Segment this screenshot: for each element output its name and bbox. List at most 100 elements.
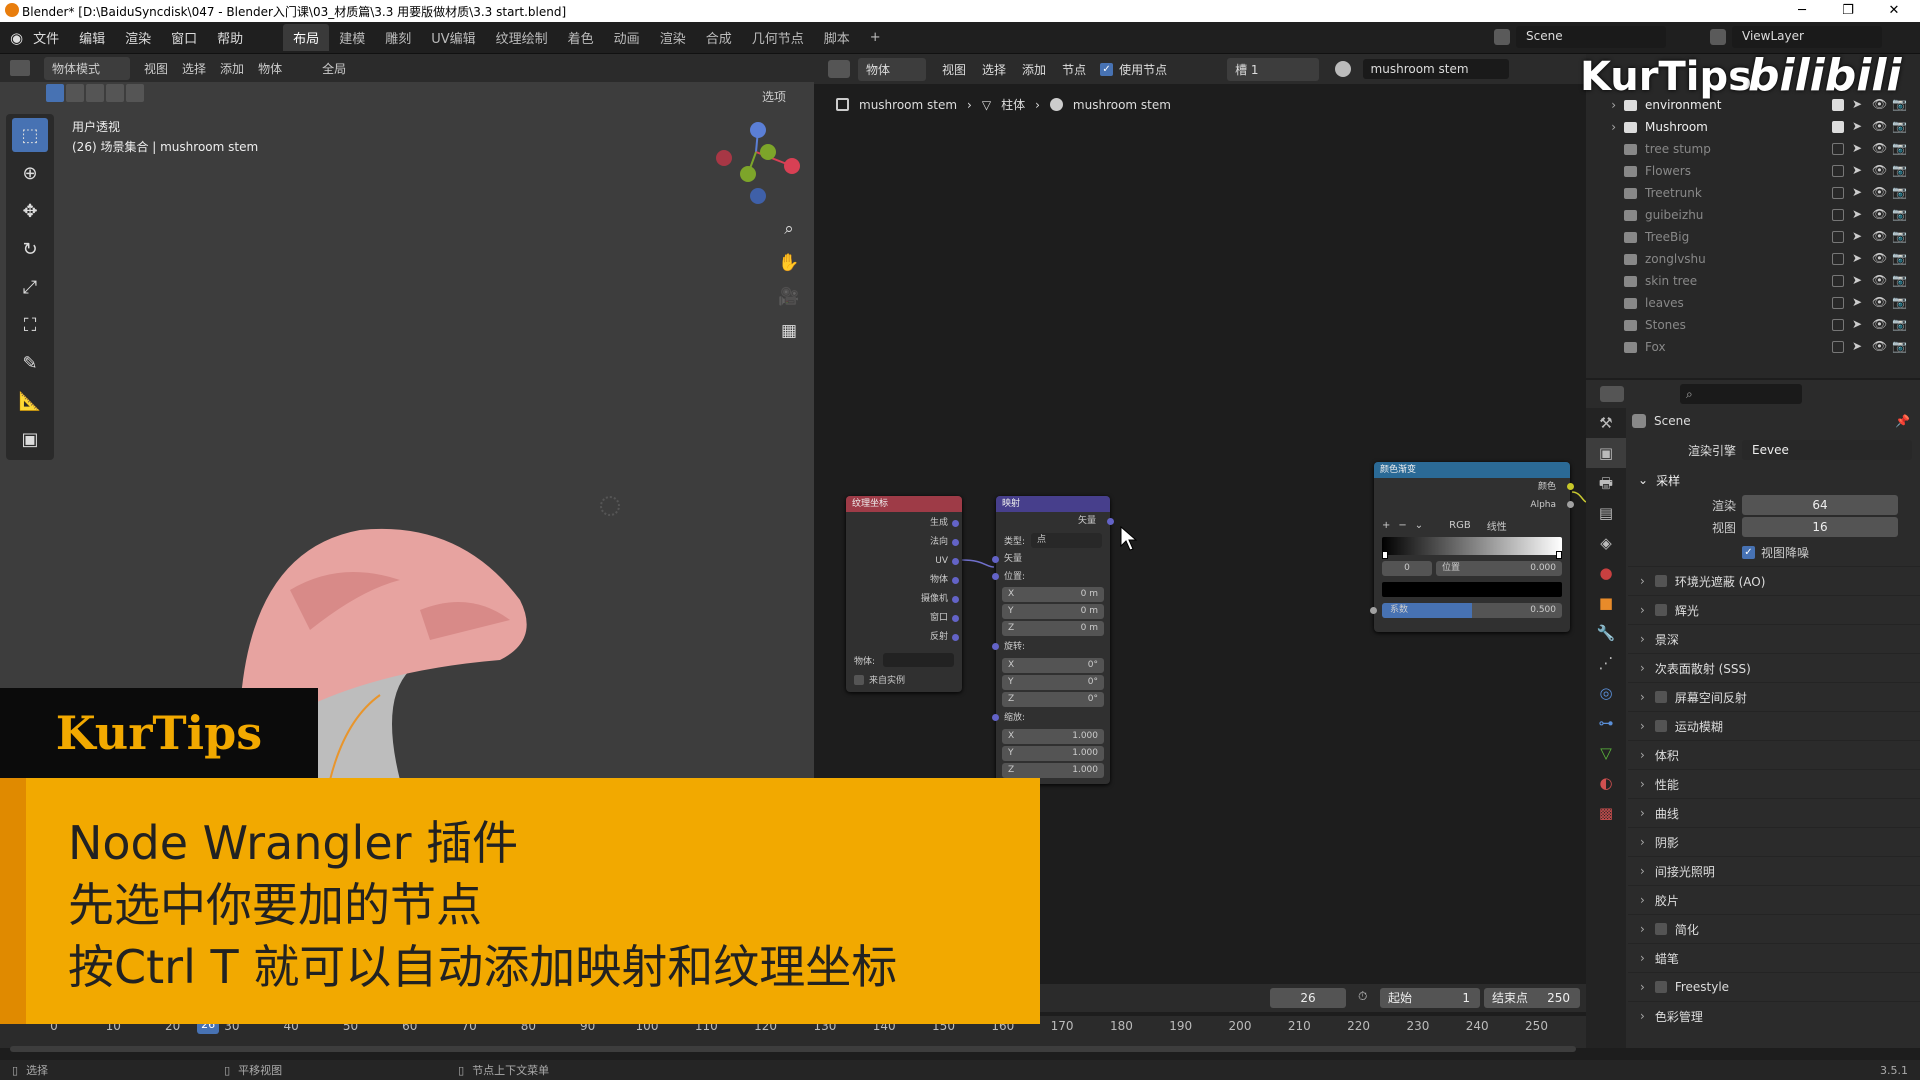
select-arrow-icon[interactable]: ➤ <box>1852 163 1862 177</box>
panel-enable-checkbox[interactable] <box>1654 604 1667 616</box>
camera-view-icon[interactable]: 🎥 <box>776 280 802 314</box>
start-frame-field[interactable]: 起始 1 <box>1380 988 1480 1008</box>
camera-render-icon[interactable]: 📷 <box>1892 273 1907 287</box>
output-socket[interactable] <box>952 520 959 527</box>
mapping-node[interactable]: 映射 矢量 类型: 点 矢量 位置: X 0 m Y 0 m Z 0 m 旋转: X 0… <box>992 496 1114 784</box>
scene-field[interactable]: Scene <box>1516 26 1666 48</box>
camera-render-icon[interactable]: 📷 <box>1892 339 1907 353</box>
ramp-menu-chevron-icon[interactable]: ⌄ <box>1415 520 1423 531</box>
render-panel-header[interactable]: › 曲线 <box>1628 798 1920 827</box>
viewlayer-field[interactable]: ViewLayer <box>1732 26 1882 48</box>
ramp-gradient-bar[interactable] <box>1382 537 1562 559</box>
render-panel-header[interactable]: › 运动模糊 <box>1628 711 1920 740</box>
remove-stop-icon[interactable]: − <box>1398 520 1406 531</box>
editor-type-icon[interactable] <box>10 60 30 76</box>
properties-search-input[interactable]: ⌕ <box>1680 384 1802 404</box>
tab-animation[interactable]: 动画 <box>604 24 650 51</box>
select-arrow-icon[interactable]: ➤ <box>1852 273 1862 287</box>
zoom-icon[interactable]: ⌕ <box>776 212 802 246</box>
constraints-tab-icon[interactable]: ⊶ <box>1586 708 1626 738</box>
render-engine-select[interactable]: Eevee <box>1742 440 1912 460</box>
rotation-z-field[interactable]: Z 0° <box>1002 692 1104 707</box>
eye-icon[interactable]: 👁 <box>1872 295 1887 309</box>
view-layer-tab-icon[interactable]: ▤ <box>1586 498 1626 528</box>
select-intersect-icon[interactable] <box>126 84 144 102</box>
end-frame-field[interactable]: 结束点 250 <box>1484 988 1580 1008</box>
eye-icon[interactable]: 👁 <box>1872 185 1887 199</box>
world-tab-icon[interactable]: ● <box>1586 558 1626 588</box>
sampling-panel-header[interactable]: ⌄ 采样 <box>1628 466 1920 494</box>
blender-menu-icon[interactable]: ◉ <box>10 29 23 47</box>
render-samples-field[interactable]: 64 <box>1742 495 1898 515</box>
select-extend-icon[interactable] <box>66 84 84 102</box>
render-panel-header[interactable]: › Freestyle <box>1628 972 1920 1001</box>
outliner-item[interactable]: zonglvshu ➤ 👁 📷 <box>1586 248 1920 270</box>
select-new-icon[interactable] <box>46 84 64 102</box>
camera-render-icon[interactable]: 📷 <box>1892 141 1907 155</box>
move-tool-icon[interactable]: ✥ <box>12 194 48 228</box>
texcoord-object-field[interactable] <box>883 653 954 667</box>
gizmo-neg-y[interactable] <box>760 144 776 160</box>
texcoord-output-reflection[interactable]: 反射 <box>846 628 959 647</box>
render-panel-header[interactable]: › 屏幕空间反射 <box>1628 682 1920 711</box>
render-panel-header[interactable]: › 体积 <box>1628 740 1920 769</box>
output-socket[interactable] <box>952 615 959 622</box>
collection-checkbox[interactable] <box>1832 187 1844 199</box>
eye-icon[interactable]: 👁 <box>1872 119 1887 133</box>
outliner-item[interactable]: Flowers ➤ 👁 📷 <box>1586 160 1920 182</box>
mapping-type-select[interactable]: 点 <box>1031 533 1102 548</box>
navigation-gizmo[interactable] <box>706 118 810 218</box>
outliner-item[interactable]: Fox ➤ 👁 📷 <box>1586 336 1920 358</box>
gizmo-x-axis[interactable] <box>784 158 800 174</box>
output-tab-icon[interactable]: 🖶 <box>1586 468 1626 498</box>
expand-chevron-icon[interactable]: › <box>1586 120 1616 134</box>
scale-tool-icon[interactable]: ⤢ <box>12 270 48 304</box>
gizmo-neg-z[interactable] <box>750 188 766 204</box>
camera-render-icon[interactable]: 📷 <box>1892 229 1907 243</box>
gizmo-y-axis[interactable] <box>740 166 756 182</box>
viewport-menu-select[interactable]: 选择 <box>182 60 206 77</box>
ramp-output-color[interactable]: 颜色 <box>1374 478 1574 496</box>
texcoord-output-generated[interactable]: 生成 <box>846 514 959 533</box>
location-x-field[interactable]: X 0 m <box>1002 587 1104 602</box>
viewport-samples-field[interactable]: 16 <box>1742 517 1898 537</box>
render-panel-header[interactable]: › 景深 <box>1628 624 1920 653</box>
camera-render-icon[interactable]: 📷 <box>1892 163 1907 177</box>
ortho-grid-icon[interactable]: ▦ <box>776 314 802 348</box>
collection-checkbox[interactable] <box>1832 165 1844 177</box>
outliner-item[interactable]: leaves ➤ 👁 📷 <box>1586 292 1920 314</box>
object-tab-icon[interactable]: ■ <box>1586 588 1626 618</box>
select-arrow-icon[interactable]: ➤ <box>1852 141 1862 155</box>
texcoord-output-object[interactable]: 物体 <box>846 571 959 590</box>
input-socket[interactable] <box>992 714 999 721</box>
collection-checkbox[interactable] <box>1832 319 1844 331</box>
tab-compositing[interactable]: 合成 <box>696 24 742 51</box>
tab-rendering[interactable]: 渲染 <box>650 24 696 51</box>
tab-shading[interactable]: 着色 <box>558 24 604 51</box>
outliner-item[interactable]: guibeizhu ➤ 👁 📷 <box>1586 204 1920 226</box>
input-socket[interactable] <box>992 556 999 563</box>
menu-help[interactable]: 帮助 <box>207 28 253 47</box>
collection-checkbox[interactable] <box>1832 275 1844 287</box>
collection-checkbox[interactable] <box>1832 143 1844 155</box>
collection-checkbox[interactable] <box>1832 253 1844 265</box>
outliner-item[interactable]: TreeBig ➤ 👁 📷 <box>1586 226 1920 248</box>
output-socket[interactable] <box>952 558 959 565</box>
select-arrow-icon[interactable]: ➤ <box>1852 185 1862 199</box>
gizmo-neg-x[interactable] <box>716 150 732 166</box>
tab-layout[interactable]: 布局 <box>283 24 330 51</box>
render-panel-header[interactable]: › 次表面散射 (SSS) <box>1628 653 1920 682</box>
render-panel-header[interactable]: › 环境光遮蔽 (AO) <box>1628 566 1920 595</box>
select-invert-icon[interactable] <box>106 84 124 102</box>
output-socket[interactable] <box>952 596 959 603</box>
camera-render-icon[interactable]: 📷 <box>1892 317 1907 331</box>
output-socket[interactable] <box>1567 483 1574 490</box>
particles-tab-icon[interactable]: ⋰ <box>1586 648 1626 678</box>
camera-render-icon[interactable]: 📷 <box>1892 185 1907 199</box>
ramp-factor-field[interactable]: 系数 0.500 <box>1370 603 1562 618</box>
tab-texture-paint[interactable]: 纹理绘制 <box>486 24 558 51</box>
menu-render[interactable]: 渲染 <box>115 28 161 47</box>
scale-x-field[interactable]: X 1.000 <box>1002 729 1104 744</box>
tab-uv-editing[interactable]: UV编辑 <box>421 24 485 51</box>
panel-enable-checkbox[interactable] <box>1654 923 1667 935</box>
